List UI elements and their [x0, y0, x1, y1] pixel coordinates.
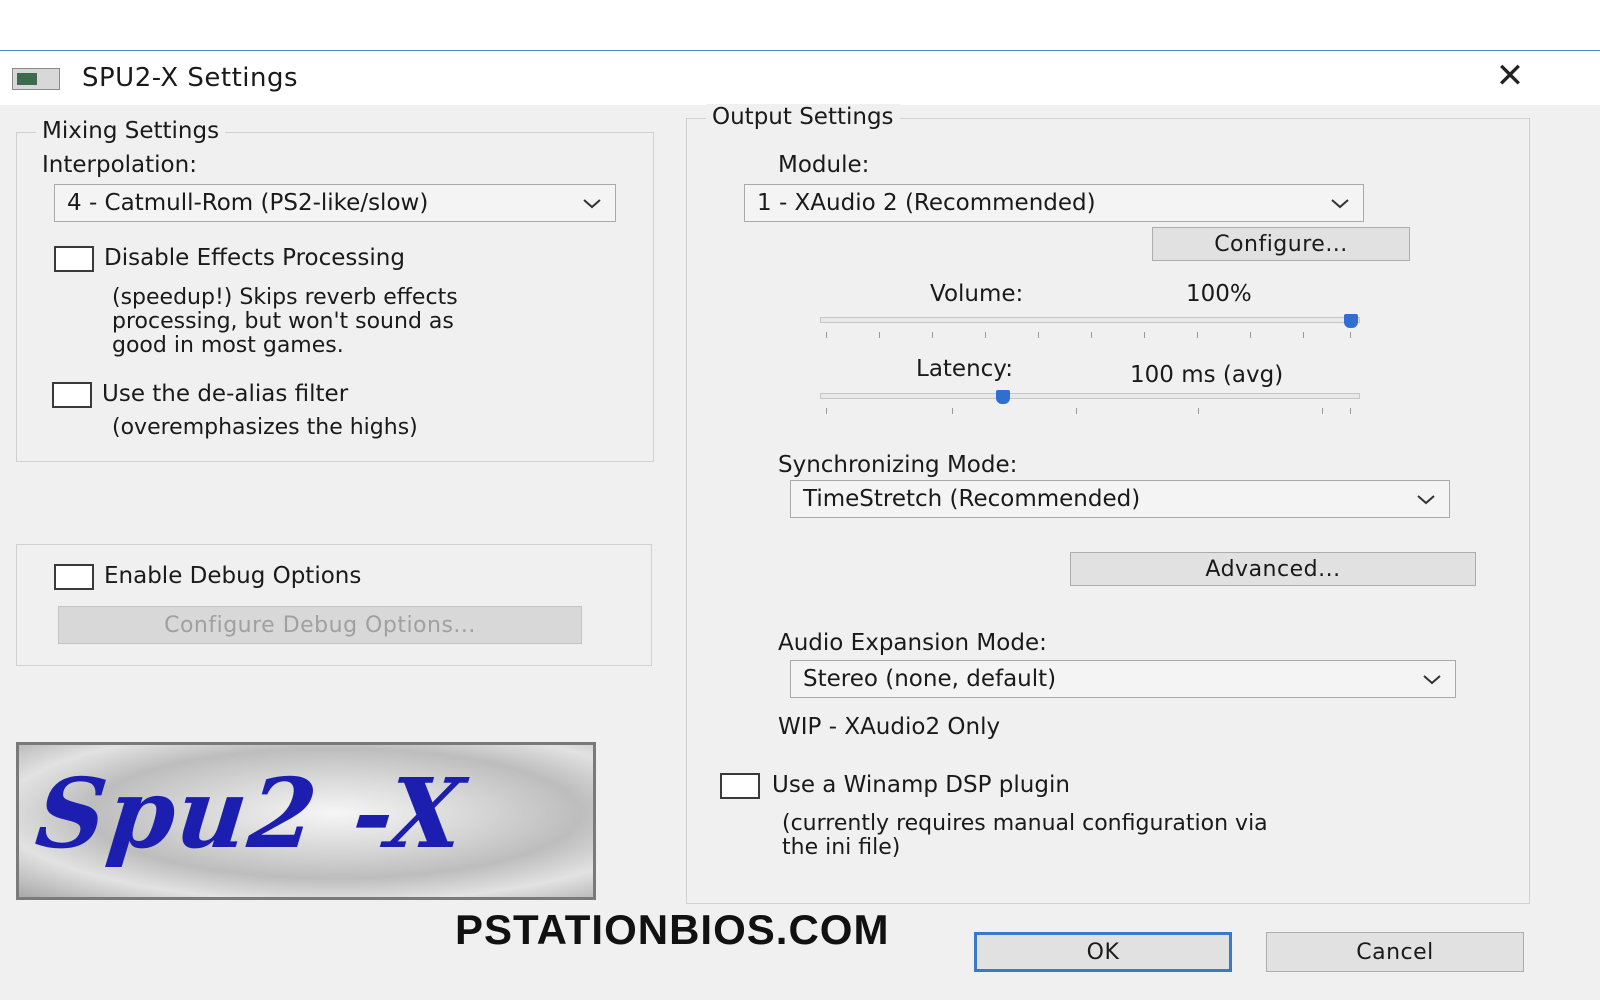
- output-settings-legend: Output Settings: [706, 104, 900, 130]
- disable-effects-desc-3: good in most games.: [112, 333, 344, 358]
- volume-slider-track: [820, 317, 1360, 323]
- chevron-down-icon: [1331, 199, 1349, 209]
- disable-effects-desc-1: (speedup!) Skips reverb effects: [112, 285, 458, 310]
- latency-tick: [1322, 408, 1323, 414]
- advanced-button[interactable]: Advanced...: [1070, 552, 1476, 586]
- sync-mode-value: TimeStretch (Recommended): [803, 486, 1141, 512]
- volume-tick: [1144, 332, 1145, 338]
- volume-label: Volume:: [930, 281, 1024, 307]
- sync-mode-label: Synchronizing Mode:: [778, 452, 1018, 478]
- disable-effects-desc-2: processing, but won't sound as: [112, 309, 454, 334]
- latency-tick: [1350, 408, 1351, 414]
- volume-tick: [1197, 332, 1198, 338]
- dealias-label: Use the de-alias filter: [102, 381, 349, 407]
- interpolation-select[interactable]: 4 - Catmull-Rom (PS2-like/slow): [54, 184, 616, 222]
- expansion-mode-label: Audio Expansion Mode:: [778, 630, 1047, 656]
- disable-effects-label: Disable Effects Processing: [104, 245, 405, 271]
- latency-label: Latency:: [916, 356, 1013, 382]
- interpolation-value: 4 - Catmull-Rom (PS2-like/slow): [67, 190, 429, 216]
- expansion-mode-value: Stereo (none, default): [803, 666, 1057, 692]
- latency-tick: [1076, 408, 1077, 414]
- ok-button[interactable]: OK: [974, 932, 1232, 972]
- latency-value: 100 ms (avg): [1130, 362, 1284, 388]
- disable-effects-checkbox[interactable]: [54, 246, 94, 272]
- close-icon[interactable]: ✕: [1490, 58, 1530, 94]
- volume-value: 100%: [1186, 281, 1252, 307]
- watermark-text: PSTATIONBIOS.COM: [455, 906, 890, 953]
- expansion-mode-select[interactable]: Stereo (none, default): [790, 660, 1456, 698]
- interpolation-label: Interpolation:: [42, 152, 197, 178]
- wip-note: WIP - XAudio2 Only: [778, 714, 1001, 740]
- latency-slider-track: [820, 393, 1360, 399]
- logo-text: Spu2 -X: [31, 757, 471, 870]
- enable-debug-checkbox[interactable]: [54, 564, 94, 590]
- module-select[interactable]: 1 - XAudio 2 (Recommended): [744, 184, 1364, 222]
- volume-tick: [1038, 332, 1039, 338]
- latency-tick: [826, 408, 827, 414]
- sync-mode-select[interactable]: TimeStretch (Recommended): [790, 480, 1450, 518]
- chevron-down-icon: [1423, 675, 1441, 685]
- enable-debug-label: Enable Debug Options: [104, 563, 362, 589]
- app-icon: [12, 68, 60, 90]
- mixing-settings-legend: Mixing Settings: [36, 118, 226, 144]
- volume-tick: [985, 332, 986, 338]
- volume-tick: [1303, 332, 1304, 338]
- volume-tick: [932, 332, 933, 338]
- window-title: SPU2-X Settings: [82, 63, 299, 93]
- configure-debug-button[interactable]: Configure Debug Options...: [58, 606, 582, 644]
- latency-tick: [1198, 408, 1199, 414]
- dealias-desc: (overemphasizes the highs): [112, 415, 418, 440]
- volume-tick: [1091, 332, 1092, 338]
- winamp-dsp-desc-2: the ini file): [782, 835, 901, 860]
- spu2x-logo: Spu2 -X: [16, 742, 596, 900]
- winamp-dsp-label: Use a Winamp DSP plugin: [772, 772, 1070, 798]
- latency-slider[interactable]: [820, 388, 1360, 418]
- volume-tick: [1350, 332, 1351, 338]
- volume-tick: [1250, 332, 1251, 338]
- winamp-dsp-desc-1: (currently requires manual configuration…: [782, 811, 1268, 836]
- dealias-checkbox[interactable]: [52, 382, 92, 408]
- module-label: Module:: [778, 152, 870, 178]
- volume-tick: [879, 332, 880, 338]
- latency-slider-thumb[interactable]: [995, 390, 1010, 404]
- winamp-dsp-checkbox[interactable]: [720, 773, 760, 799]
- screen-top-strip: [0, 0, 1600, 51]
- cancel-button[interactable]: Cancel: [1266, 932, 1524, 972]
- volume-slider[interactable]: [820, 312, 1360, 342]
- chevron-down-icon: [1417, 495, 1435, 505]
- configure-module-button[interactable]: Configure...: [1152, 227, 1410, 261]
- volume-slider-thumb[interactable]: [1344, 314, 1358, 328]
- latency-tick: [952, 408, 953, 414]
- module-value: 1 - XAudio 2 (Recommended): [757, 190, 1096, 216]
- chevron-down-icon: [583, 199, 601, 209]
- volume-tick: [826, 332, 827, 338]
